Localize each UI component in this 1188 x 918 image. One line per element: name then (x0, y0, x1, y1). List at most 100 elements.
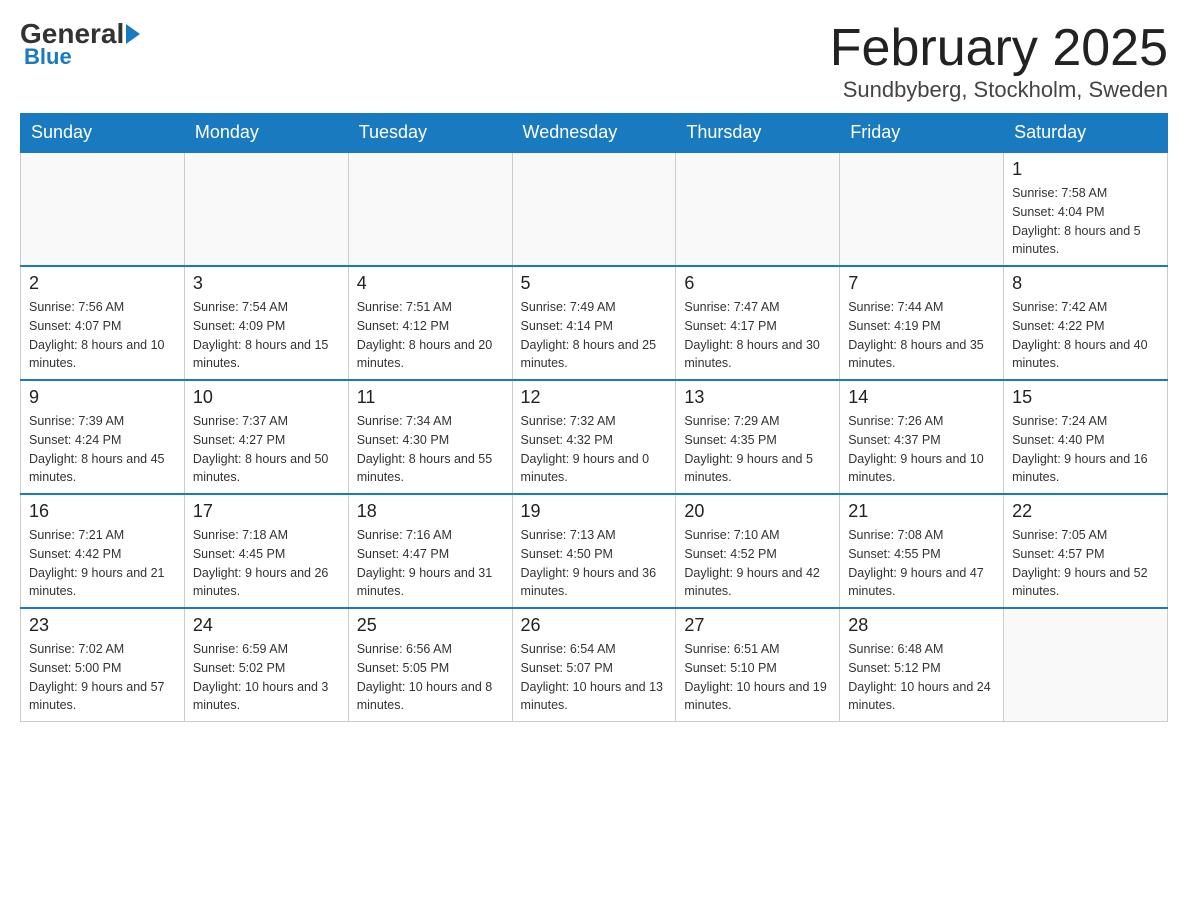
day-info: Sunrise: 7:34 AMSunset: 4:30 PMDaylight:… (357, 412, 504, 487)
day-info: Sunrise: 7:29 AMSunset: 4:35 PMDaylight:… (684, 412, 831, 487)
calendar-cell (840, 152, 1004, 266)
calendar-cell: 18Sunrise: 7:16 AMSunset: 4:47 PMDayligh… (348, 494, 512, 608)
day-info: Sunrise: 6:51 AMSunset: 5:10 PMDaylight:… (684, 640, 831, 715)
calendar-cell: 24 Sunrise: 6:59 AMSunset: 5:02 PMDayligh… (184, 608, 348, 722)
day-number: 21 (848, 501, 995, 522)
day-number: 10 (193, 387, 340, 408)
day-info: Sunrise: 7:08 AMSunset: 4:55 PMDaylight:… (848, 526, 995, 601)
calendar-cell: 22Sunrise: 7:05 AMSunset: 4:57 PMDayligh… (1004, 494, 1168, 608)
col-sunday: Sunday (21, 114, 185, 153)
day-info: Sunrise: 7:47 AMSunset: 4:17 PMDaylight:… (684, 298, 831, 373)
calendar-cell: 13 Sunrise: 7:29 AMSunset: 4:35 PMDayligh… (676, 380, 840, 494)
col-friday: Friday (840, 114, 1004, 153)
day-number: 12 (521, 387, 668, 408)
day-number: 27 (684, 615, 831, 636)
calendar-cell: 12 Sunrise: 7:32 AMSunset: 4:32 PMDayligh… (512, 380, 676, 494)
calendar-week-1: 1 Sunrise: 7:58 AMSunset: 4:04 PMDaylight… (21, 152, 1168, 266)
calendar-cell: 2 Sunrise: 7:56 AMSunset: 4:07 PMDaylight… (21, 266, 185, 380)
calendar-cell: 25 Sunrise: 6:56 AMSunset: 5:05 PMDayligh… (348, 608, 512, 722)
day-number: 17 (193, 501, 340, 522)
day-info: Sunrise: 7:13 AMSunset: 4:50 PMDaylight:… (521, 526, 668, 601)
calendar-cell: 9Sunrise: 7:39 AMSunset: 4:24 PMDaylight… (21, 380, 185, 494)
day-number: 11 (357, 387, 504, 408)
month-title: February 2025 (830, 20, 1168, 77)
calendar-cell: 5Sunrise: 7:49 AMSunset: 4:14 PMDaylight… (512, 266, 676, 380)
day-info: Sunrise: 7:39 AMSunset: 4:24 PMDaylight:… (29, 412, 176, 487)
day-number: 2 (29, 273, 176, 294)
calendar-cell: 15 Sunrise: 7:24 AMSunset: 4:40 PMDayligh… (1004, 380, 1168, 494)
calendar-cell: 3 Sunrise: 7:54 AMSunset: 4:09 PMDaylight… (184, 266, 348, 380)
day-number: 28 (848, 615, 995, 636)
day-info: Sunrise: 6:59 AMSunset: 5:02 PMDaylight:… (193, 640, 340, 715)
day-info: Sunrise: 7:51 AMSunset: 4:12 PMDaylight:… (357, 298, 504, 373)
day-info: Sunrise: 7:37 AMSunset: 4:27 PMDaylight:… (193, 412, 340, 487)
day-info: Sunrise: 7:58 AMSunset: 4:04 PMDaylight:… (1012, 184, 1159, 259)
day-info: Sunrise: 7:32 AMSunset: 4:32 PMDaylight:… (521, 412, 668, 487)
day-info: Sunrise: 7:18 AMSunset: 4:45 PMDaylight:… (193, 526, 340, 601)
calendar-cell (512, 152, 676, 266)
calendar-cell: 6 Sunrise: 7:47 AMSunset: 4:17 PMDaylight… (676, 266, 840, 380)
calendar-cell (348, 152, 512, 266)
location: Sundbyberg, Stockholm, Sweden (830, 77, 1168, 103)
day-number: 25 (357, 615, 504, 636)
day-number: 20 (684, 501, 831, 522)
day-number: 15 (1012, 387, 1159, 408)
day-info: Sunrise: 6:56 AMSunset: 5:05 PMDaylight:… (357, 640, 504, 715)
calendar-header-row: Sunday Monday Tuesday Wednesday Thursday… (21, 114, 1168, 153)
day-number: 7 (848, 273, 995, 294)
calendar-table: Sunday Monday Tuesday Wednesday Thursday… (20, 113, 1168, 722)
calendar-cell (184, 152, 348, 266)
day-info: Sunrise: 7:16 AMSunset: 4:47 PMDaylight:… (357, 526, 504, 601)
day-number: 14 (848, 387, 995, 408)
col-wednesday: Wednesday (512, 114, 676, 153)
calendar-week-2: 2 Sunrise: 7:56 AMSunset: 4:07 PMDaylight… (21, 266, 1168, 380)
day-number: 1 (1012, 159, 1159, 180)
calendar-cell: 20 Sunrise: 7:10 AMSunset: 4:52 PMDayligh… (676, 494, 840, 608)
calendar-week-4: 16 Sunrise: 7:21 AMSunset: 4:42 PMDayligh… (21, 494, 1168, 608)
calendar-week-5: 23 Sunrise: 7:02 AMSunset: 5:00 PMDayligh… (21, 608, 1168, 722)
logo-arrow-icon (126, 24, 140, 44)
day-info: Sunrise: 7:21 AMSunset: 4:42 PMDaylight:… (29, 526, 176, 601)
calendar-cell (1004, 608, 1168, 722)
col-tuesday: Tuesday (348, 114, 512, 153)
day-number: 19 (521, 501, 668, 522)
calendar-cell: 17 Sunrise: 7:18 AMSunset: 4:45 PMDayligh… (184, 494, 348, 608)
day-info: Sunrise: 7:44 AMSunset: 4:19 PMDaylight:… (848, 298, 995, 373)
day-number: 24 (193, 615, 340, 636)
calendar-cell: 14Sunrise: 7:26 AMSunset: 4:37 PMDayligh… (840, 380, 1004, 494)
day-number: 3 (193, 273, 340, 294)
day-number: 8 (1012, 273, 1159, 294)
day-info: Sunrise: 7:10 AMSunset: 4:52 PMDaylight:… (684, 526, 831, 601)
day-number: 13 (684, 387, 831, 408)
col-thursday: Thursday (676, 114, 840, 153)
calendar-cell: 8 Sunrise: 7:42 AMSunset: 4:22 PMDaylight… (1004, 266, 1168, 380)
day-info: Sunrise: 7:24 AMSunset: 4:40 PMDaylight:… (1012, 412, 1159, 487)
day-number: 6 (684, 273, 831, 294)
day-info: Sunrise: 7:49 AMSunset: 4:14 PMDaylight:… (521, 298, 668, 373)
calendar-cell: 27 Sunrise: 6:51 AMSunset: 5:10 PMDayligh… (676, 608, 840, 722)
day-info: Sunrise: 7:54 AMSunset: 4:09 PMDaylight:… (193, 298, 340, 373)
title-block: February 2025 Sundbyberg, Stockholm, Swe… (830, 20, 1168, 103)
day-info: Sunrise: 7:42 AMSunset: 4:22 PMDaylight:… (1012, 298, 1159, 373)
calendar-cell: 28 Sunrise: 6:48 AMSunset: 5:12 PMDayligh… (840, 608, 1004, 722)
calendar-week-3: 9Sunrise: 7:39 AMSunset: 4:24 PMDaylight… (21, 380, 1168, 494)
calendar-cell: 1 Sunrise: 7:58 AMSunset: 4:04 PMDaylight… (1004, 152, 1168, 266)
day-number: 16 (29, 501, 176, 522)
day-info: Sunrise: 6:54 AMSunset: 5:07 PMDaylight:… (521, 640, 668, 715)
calendar-cell: 26 Sunrise: 6:54 AMSunset: 5:07 PMDayligh… (512, 608, 676, 722)
day-info: Sunrise: 7:56 AMSunset: 4:07 PMDaylight:… (29, 298, 176, 373)
calendar-cell: 23 Sunrise: 7:02 AMSunset: 5:00 PMDayligh… (21, 608, 185, 722)
calendar-cell (676, 152, 840, 266)
calendar-cell: 19 Sunrise: 7:13 AMSunset: 4:50 PMDayligh… (512, 494, 676, 608)
day-info: Sunrise: 6:48 AMSunset: 5:12 PMDaylight:… (848, 640, 995, 715)
calendar-cell: 10 Sunrise: 7:37 AMSunset: 4:27 PMDayligh… (184, 380, 348, 494)
calendar-cell: 4Sunrise: 7:51 AMSunset: 4:12 PMDaylight… (348, 266, 512, 380)
day-number: 26 (521, 615, 668, 636)
day-info: Sunrise: 7:02 AMSunset: 5:00 PMDaylight:… (29, 640, 176, 715)
col-saturday: Saturday (1004, 114, 1168, 153)
calendar-cell: 16 Sunrise: 7:21 AMSunset: 4:42 PMDayligh… (21, 494, 185, 608)
page-header: General Blue February 2025 Sundbyberg, S… (20, 20, 1168, 103)
col-monday: Monday (184, 114, 348, 153)
logo-text-blue: Blue (24, 44, 72, 70)
day-number: 23 (29, 615, 176, 636)
